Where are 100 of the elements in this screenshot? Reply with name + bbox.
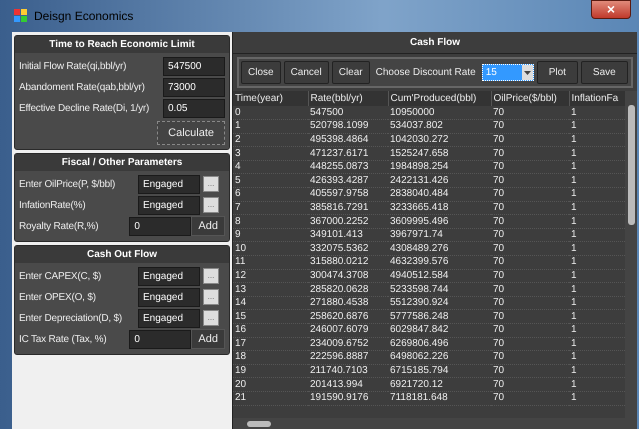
input-field[interactable]: Engaged bbox=[138, 308, 200, 328]
table-cell: 211740.7103 bbox=[308, 364, 388, 378]
table-cell: 1984898.254 bbox=[388, 160, 491, 174]
input-field[interactable]: 0.05 bbox=[163, 98, 225, 118]
table-cell: 9 bbox=[233, 228, 308, 242]
browse-button[interactable]: ... bbox=[203, 310, 219, 326]
browse-button[interactable]: ... bbox=[203, 268, 219, 284]
table-cell: 13 bbox=[233, 282, 308, 296]
column-header[interactable]: InflationFa bbox=[569, 91, 625, 106]
column-header[interactable]: Time(year) bbox=[233, 91, 308, 106]
table-cell: 258620.6876 bbox=[308, 310, 388, 324]
table-cell: 70 bbox=[491, 378, 569, 392]
field-label: Initial Flow Rate(qi,bbl/yr) bbox=[19, 60, 126, 74]
input-field[interactable]: Engaged bbox=[138, 196, 200, 214]
toolbar-button[interactable]: Close bbox=[241, 61, 281, 84]
table-cell: 70 bbox=[491, 160, 569, 174]
table-cell: 6 bbox=[233, 188, 308, 202]
table-cell: 70 bbox=[491, 256, 569, 270]
table-cell: 70 bbox=[491, 391, 569, 406]
table-cell: 3609995.496 bbox=[388, 214, 491, 228]
table-cell: 6715185.794 bbox=[388, 364, 491, 378]
table-cell: 6921720.12 bbox=[388, 378, 491, 392]
table-cell: 70 bbox=[491, 106, 569, 120]
table-cell: 70 bbox=[491, 310, 569, 324]
table-cell: 285820.0628 bbox=[308, 282, 388, 296]
table-cell: 5233598.744 bbox=[388, 282, 491, 296]
table-cell: 2 bbox=[233, 133, 308, 147]
input-field[interactable]: 73000 bbox=[163, 78, 225, 96]
toolbar-button[interactable]: Clear bbox=[332, 61, 370, 84]
field-label: InfationRate(%) bbox=[19, 198, 86, 212]
table-cell: 534037.802 bbox=[388, 120, 491, 134]
table-cell: 2838040.484 bbox=[388, 188, 491, 202]
browse-button[interactable]: ... bbox=[203, 289, 219, 305]
table-cell: 70 bbox=[491, 174, 569, 188]
input-field[interactable]: Engaged bbox=[138, 266, 200, 286]
input-field[interactable]: 547500 bbox=[163, 56, 225, 76]
table-cell: 271880.4538 bbox=[308, 296, 388, 310]
column-header[interactable]: Rate(bbl/yr) bbox=[308, 91, 388, 106]
table-cell: 471237.6171 bbox=[308, 146, 388, 160]
close-button[interactable]: × bbox=[591, 0, 631, 19]
table-cell: 70 bbox=[491, 296, 569, 310]
table-cell: 70 bbox=[491, 214, 569, 228]
table-cell: 19 bbox=[233, 364, 308, 378]
table-cell: 18 bbox=[233, 350, 308, 364]
table-cell: 70 bbox=[491, 282, 569, 296]
calculate-button[interactable]: Calculate bbox=[157, 120, 225, 145]
table-cell: 1042030.272 bbox=[388, 133, 491, 147]
input-field[interactable]: 0 bbox=[129, 216, 192, 236]
table-cell: 14 bbox=[233, 296, 308, 310]
table-cell: 70 bbox=[491, 269, 569, 283]
field-label: Enter OilPrice(P, $/bbl) bbox=[19, 178, 116, 192]
table-cell: 8 bbox=[233, 214, 308, 228]
table-cell: 300474.3708 bbox=[308, 269, 388, 283]
field-label: IC Tax Rate (Tax, %) bbox=[19, 332, 107, 346]
group-title: Fiscal / Other Parameters bbox=[15, 154, 229, 171]
table-cell: 5512390.924 bbox=[388, 296, 491, 310]
table-cell: 495398.4864 bbox=[308, 133, 388, 147]
browse-button[interactable]: ... bbox=[203, 197, 219, 213]
table-cell: 70 bbox=[491, 324, 569, 338]
table-cell: 385816.7291 bbox=[308, 201, 388, 215]
table-cell: 315880.0212 bbox=[308, 256, 388, 270]
table-cell: 448255.0873 bbox=[308, 160, 388, 174]
toolbar-button[interactable]: Cancel bbox=[284, 61, 329, 84]
table-cell: 7 bbox=[233, 201, 308, 215]
table-cell: 246007.6079 bbox=[308, 324, 388, 338]
field-label: Enter OPEX(O, $) bbox=[19, 290, 96, 304]
table-cell: 11 bbox=[233, 256, 308, 270]
toolbar-button[interactable]: Save bbox=[580, 61, 628, 84]
table-cell: 3 bbox=[233, 146, 308, 160]
add-button[interactable]: Add bbox=[191, 329, 225, 349]
column-header[interactable]: OilPrice($/bbl) bbox=[491, 91, 569, 106]
input-field[interactable]: Engaged bbox=[138, 174, 200, 194]
table-cell: 6498062.226 bbox=[388, 350, 491, 364]
table-cell: 3233665.418 bbox=[388, 201, 491, 215]
table-cell: 70 bbox=[491, 337, 569, 351]
table-cell: 20 bbox=[233, 378, 308, 392]
input-field[interactable]: Engaged bbox=[138, 288, 200, 306]
toolbar-button[interactable]: Plot bbox=[536, 61, 578, 84]
field-label: Effective Decline Rate(Di, 1/yr) bbox=[19, 102, 150, 116]
discount-label: Choose Discount Rate bbox=[376, 66, 476, 80]
table-cell: 547500 bbox=[308, 106, 388, 120]
table-cell: 70 bbox=[491, 120, 569, 134]
table-cell: 332075.5362 bbox=[308, 242, 388, 256]
browse-button[interactable]: ... bbox=[203, 176, 219, 192]
table-cell: 349101.413 bbox=[308, 228, 388, 242]
vertical-scrollbar[interactable] bbox=[625, 91, 637, 418]
field-label: Enter CAPEX(C, $) bbox=[19, 270, 102, 284]
input-field[interactable]: 0 bbox=[129, 330, 192, 348]
table-cell: 70 bbox=[491, 364, 569, 378]
table-cell: 3967971.74 bbox=[388, 228, 491, 242]
add-button[interactable]: Add bbox=[191, 216, 225, 236]
table-cell: 234009.6752 bbox=[308, 337, 388, 351]
table-cell: 7118181.648 bbox=[388, 391, 491, 406]
table-cell: 6029847.842 bbox=[388, 324, 491, 338]
table-cell: 17 bbox=[233, 337, 308, 351]
column-header[interactable]: Cum'Produced(bbl) bbox=[388, 91, 491, 106]
horizontal-scrollbar[interactable] bbox=[233, 418, 637, 429]
table-cell: 426393.4287 bbox=[308, 174, 388, 188]
table-cell: 21 bbox=[233, 391, 308, 406]
table-cell: 4 bbox=[233, 160, 308, 174]
